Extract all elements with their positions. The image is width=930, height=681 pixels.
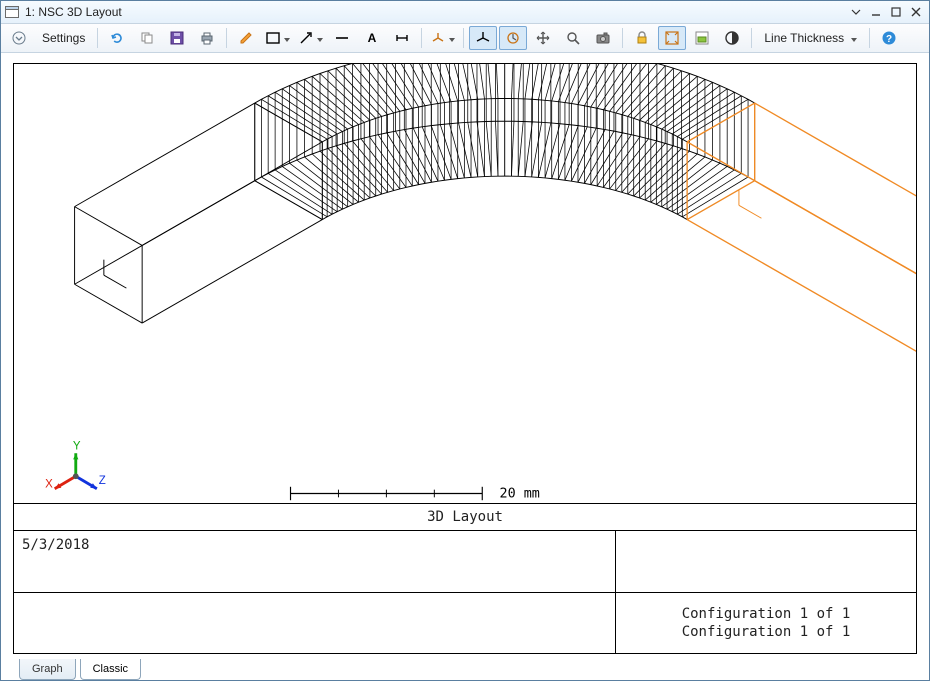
- settings-label: Settings: [42, 31, 85, 45]
- plate-title: 3D Layout: [14, 503, 916, 531]
- save-icon[interactable]: [163, 26, 191, 50]
- line-thickness-dropdown[interactable]: Line Thickness: [757, 26, 864, 50]
- svg-text:20 mm: 20 mm: [500, 486, 540, 501]
- collapse-toggle-icon[interactable]: [5, 26, 33, 50]
- help-icon[interactable]: ?: [875, 26, 903, 50]
- pan-icon[interactable]: [529, 26, 557, 50]
- plate-date: 5/3/2018: [22, 537, 89, 553]
- plate-config-row: Configuration 1 of 1 Configuration 1 of …: [14, 592, 916, 653]
- pencil-icon[interactable]: [232, 26, 260, 50]
- view-angle-icon[interactable]: [427, 26, 458, 50]
- fit-view-icon[interactable]: [658, 26, 686, 50]
- iso-view-icon[interactable]: [469, 26, 497, 50]
- copy-icon[interactable]: [133, 26, 161, 50]
- canvas-area: 20 mm X Y Z 3D Layout 5/3/2018 Configuratio…: [1, 53, 929, 680]
- window-title: 1: NSC 3D Layout: [25, 5, 122, 19]
- viewport-3d[interactable]: 20 mm X Y Z: [14, 64, 916, 505]
- maximize-button[interactable]: [887, 4, 905, 20]
- print-icon[interactable]: [193, 26, 221, 50]
- plate-date-row: 5/3/2018: [14, 531, 916, 593]
- shading-icon[interactable]: [718, 26, 746, 50]
- line-tool-icon[interactable]: [328, 26, 356, 50]
- svg-text:Y: Y: [73, 440, 81, 452]
- rotate-view-icon[interactable]: [499, 26, 527, 50]
- svg-text:X: X: [45, 479, 53, 491]
- tab-graph[interactable]: Graph: [19, 659, 76, 680]
- lock-icon[interactable]: [628, 26, 656, 50]
- app-window: 1: NSC 3D Layout Settings: [0, 0, 930, 681]
- tab-classic[interactable]: Classic: [80, 659, 141, 680]
- arrow-tool-icon[interactable]: [295, 26, 326, 50]
- svg-text:A: A: [368, 31, 377, 45]
- view-tabs: Graph Classic: [1, 658, 929, 680]
- minimize-to-dropdown-icon[interactable]: [847, 4, 865, 20]
- settings-dropdown[interactable]: Settings: [35, 26, 92, 50]
- rectangle-tool-icon[interactable]: [262, 26, 293, 50]
- window-icon: [5, 5, 19, 19]
- line-thickness-label: Line Thickness: [764, 31, 844, 45]
- title-bar: 1: NSC 3D Layout: [1, 1, 929, 24]
- minimize-button[interactable]: [867, 4, 885, 20]
- dimension-tool-icon[interactable]: [388, 26, 416, 50]
- camera-icon[interactable]: [589, 26, 617, 50]
- text-tool-icon[interactable]: A: [358, 26, 386, 50]
- svg-text:?: ?: [886, 34, 892, 45]
- zoom-icon[interactable]: [559, 26, 587, 50]
- drawing-plate: 20 mm X Y Z 3D Layout 5/3/2018 Configuratio…: [13, 63, 917, 654]
- export-icon[interactable]: [688, 26, 716, 50]
- toolbar: Settings A: [1, 24, 929, 53]
- config-line-2: Configuration 1 of 1: [682, 623, 851, 641]
- close-button[interactable]: [907, 4, 925, 20]
- config-line-1: Configuration 1 of 1: [682, 605, 851, 623]
- refresh-icon[interactable]: [103, 26, 131, 50]
- svg-text:Z: Z: [99, 475, 106, 487]
